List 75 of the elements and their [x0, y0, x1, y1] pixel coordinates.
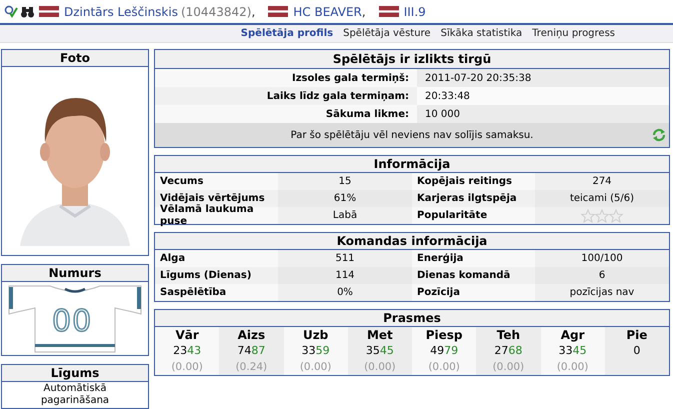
field-value: 10 000 — [417, 105, 669, 123]
bid-note: Par šo spēlētāju vēl neviens nav solījis samaksu. — [290, 128, 534, 142]
skill-change: (0.24) — [236, 360, 268, 375]
field-label: Karjeras ilgtspēja — [412, 190, 535, 207]
jersey-number: 00 — [52, 306, 92, 338]
card-title: Prasmes — [155, 310, 669, 327]
skill-name: Aizs — [238, 327, 266, 343]
flag-icon — [378, 6, 399, 17]
field-value: Labā — [278, 207, 412, 224]
skill-value: 0 — [633, 343, 640, 359]
binoculars-icon[interactable] — [21, 6, 34, 18]
card-title: Foto — [2, 50, 148, 67]
field-value: 15 — [278, 173, 412, 190]
field-label: Sākuma likme: — [155, 105, 417, 123]
field-label: Laiks līdz gala termiņam: — [155, 87, 417, 105]
skill-value: 4979 — [430, 343, 458, 359]
field-value: 61% — [278, 190, 412, 207]
skill-value: 3545 — [366, 343, 394, 359]
field-label: Alga — [155, 250, 278, 267]
field-label: Vecums — [155, 173, 278, 190]
card-title: Informācija — [155, 156, 669, 173]
field-label: Dienas komandā — [412, 267, 535, 284]
field-value: 100/100 — [535, 250, 669, 267]
contract-text: Automātiskā pagarināšana — [40, 382, 110, 408]
field-label: Popularitāte — [412, 207, 535, 224]
skill-change: (0.00) — [171, 360, 203, 375]
field-label: Kopējais reitings — [412, 173, 535, 190]
field-label: Pozīcija — [412, 284, 535, 301]
skill-name: Met — [366, 327, 393, 343]
field-value: 0% — [278, 284, 412, 301]
league-link[interactable]: III.9 — [404, 2, 426, 20]
card-title: Numurs — [2, 265, 148, 282]
skill-change: (0.00) — [364, 360, 396, 375]
field-value: pozīcijas nav — [535, 284, 669, 301]
player-name-link[interactable]: Dzintārs Leščinskis — [64, 2, 178, 20]
tab[interactable]: Sīkāka statistika — [440, 26, 522, 41]
flag-icon — [39, 6, 59, 17]
search-check-icon[interactable] — [4, 5, 18, 18]
skill-value: 3359 — [302, 343, 330, 359]
skill-value: 2343 — [173, 343, 202, 359]
skill-name: Piesp — [426, 327, 463, 343]
field-label: Enerģija — [412, 250, 535, 267]
skill-change: (0.00) — [300, 360, 332, 375]
skill-name: Agr — [560, 327, 585, 343]
skill-name: Pie — [626, 327, 648, 343]
skill-value: 2768 — [494, 343, 522, 359]
field-value: 114 — [278, 267, 412, 284]
tab[interactable]: Spēlētāja vēsture — [343, 26, 431, 41]
team-link[interactable]: HC BEAVER — [293, 2, 362, 20]
skill-name: Uzb — [302, 327, 328, 343]
field-value: 2011-07-20 20:35:38 — [417, 69, 669, 87]
field-value: 274 — [535, 173, 669, 190]
skill-value: 7487 — [237, 343, 266, 359]
flag-icon — [268, 6, 288, 17]
field-value: 20:33:48 — [417, 87, 669, 105]
skill-change: (0.00) — [492, 360, 524, 375]
separator: , — [362, 4, 366, 20]
player-id: (10443842) — [180, 4, 252, 20]
card-title: Līgums — [2, 365, 148, 382]
skill-value: 3345 — [558, 343, 587, 359]
skill-name: Teh — [496, 327, 520, 343]
tab[interactable]: Spēlētāja profils — [240, 26, 334, 41]
skill-name: Vār — [175, 327, 199, 343]
field-label: Izsoles gala termiņš: — [155, 69, 417, 87]
skill-change: (0.00) — [428, 360, 460, 375]
skill-change: (0.00) — [556, 360, 588, 375]
field-label: Saspēlētība — [155, 284, 278, 301]
field-label: Līgums (Dienas) — [155, 267, 278, 284]
card-title: Spēlētājs ir izlikts tirgū — [155, 50, 669, 69]
field-value: teicami (5/6) — [535, 190, 669, 207]
separator: , — [251, 4, 256, 20]
field-value: 511 — [278, 250, 412, 267]
field-value: 6 — [535, 267, 669, 284]
card-title: Komandas informācija — [155, 233, 669, 250]
tab[interactable]: Treniņu progress — [532, 26, 615, 41]
